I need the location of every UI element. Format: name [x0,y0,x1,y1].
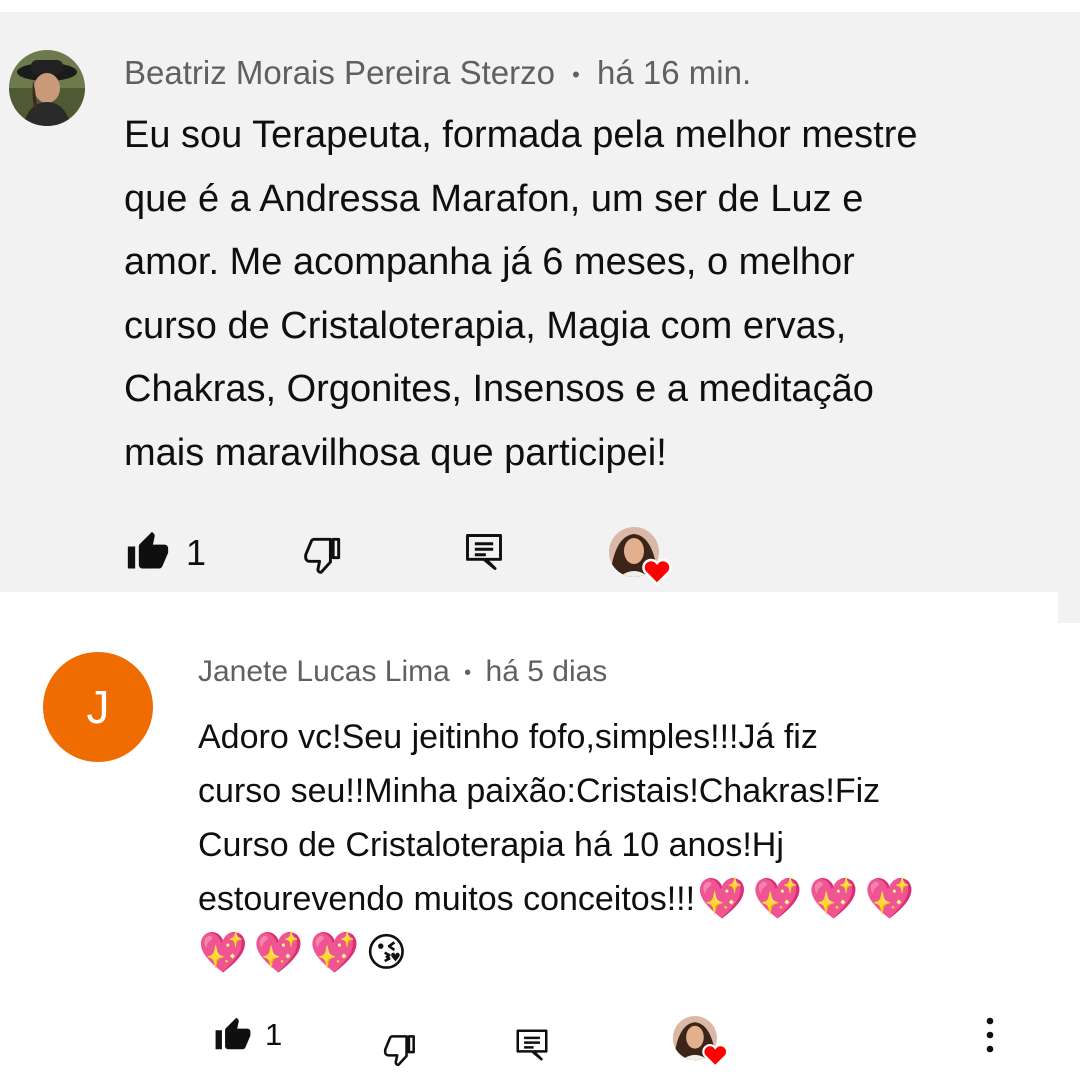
sparkling-heart-emoji: 💖 [752,877,803,921]
comment-line: Curso de Cristaloterapia há 10 anos!Hj [198,826,784,864]
sparkling-heart-emoji: 💖 [309,931,360,975]
like-button[interactable] [214,1016,252,1054]
comment-meta: Janete Lucas Lima • há 5 dias [198,653,607,692]
more-vertical-icon [986,1017,994,1053]
thumbs-up-filled-icon [127,531,169,569]
creator-heart [608,526,676,588]
like-button[interactable] [126,530,170,574]
dislike-button[interactable] [302,532,346,576]
sparkling-heart-emoji: 💖 [697,877,747,921]
like-count: 1 [265,1017,283,1052]
comment-line: Chakras, Orgonites, Insensos e a meditaç… [124,368,874,410]
comment-line: amor. Me acompanha já 6 meses, o melhor [124,241,855,283]
thumbs-down-icon [304,537,341,574]
author-name[interactable]: Beatriz Morais Pereira Sterzo [124,54,555,91]
author-avatar-letter[interactable]: J [43,652,153,762]
comment-line: curso de Cristaloterapia, Magia com erva… [124,304,847,347]
kissing-face-emoji: 😘 [365,931,408,975]
comment-text: Adoro vc!Seu jeitinho fofo,simples!!!Já … [198,710,914,980]
comment-text: Eu sou Terapeuta, formada pela melhor me… [124,104,918,485]
user-photo-avatar [9,50,85,126]
thumbs-down-icon [383,1035,415,1067]
like-count: 1 [186,532,207,573]
comment-line: mais maravilhosa que participei! [124,431,667,474]
comment-line-text: estourevendo muitos conceitos!!! [198,880,696,918]
meta-separator: • [464,662,472,685]
comment-line: que é a Andressa Marafon, um ser de Luz … [124,177,864,220]
comment-line: Eu sou Terapeuta, formada pela melhor me… [124,114,918,156]
comment-line: curso seu!!Minha paixão:Cristais!Chakras… [198,772,881,810]
comment-timestamp[interactable]: há 5 dias [486,655,608,688]
highlight-edge [1058,590,1080,623]
reply-button[interactable] [462,530,506,574]
creator-heart-avatar-icon [672,1016,729,1068]
creator-heart-avatar-icon [609,527,672,586]
reply-comment-icon [516,1029,548,1061]
meta-separator: • [572,62,580,88]
author-avatar[interactable] [9,50,85,126]
comment-line: estourevendo muitos conceitos!!! 💖 💖 💖 💖 [198,872,914,926]
comment-timestamp[interactable]: há 16 min. [597,54,751,91]
comment-menu-button[interactable] [976,1016,1004,1056]
comment-line: Adoro vc!Seu jeitinho fofo,simples!!!Já … [198,718,818,756]
thumbs-up-filled-icon [215,1017,251,1050]
sparkling-heart-emoji: 💖 [808,877,859,921]
sparkling-heart-emoji: 💖 [253,931,304,975]
dislike-button[interactable] [382,1030,420,1068]
author-name[interactable]: Janete Lucas Lima [198,655,450,688]
comment-line: 💖 💖 💖 😘 [198,926,914,980]
comment-meta: Beatriz Morais Pereira Sterzo • há 16 mi… [124,52,751,96]
creator-heart [672,1015,732,1070]
reply-comment-icon [466,534,502,570]
sparkling-heart-emoji: 💖 [198,931,248,975]
sparkling-heart-emoji: 💖 [864,877,915,921]
reply-button[interactable] [513,1026,551,1064]
